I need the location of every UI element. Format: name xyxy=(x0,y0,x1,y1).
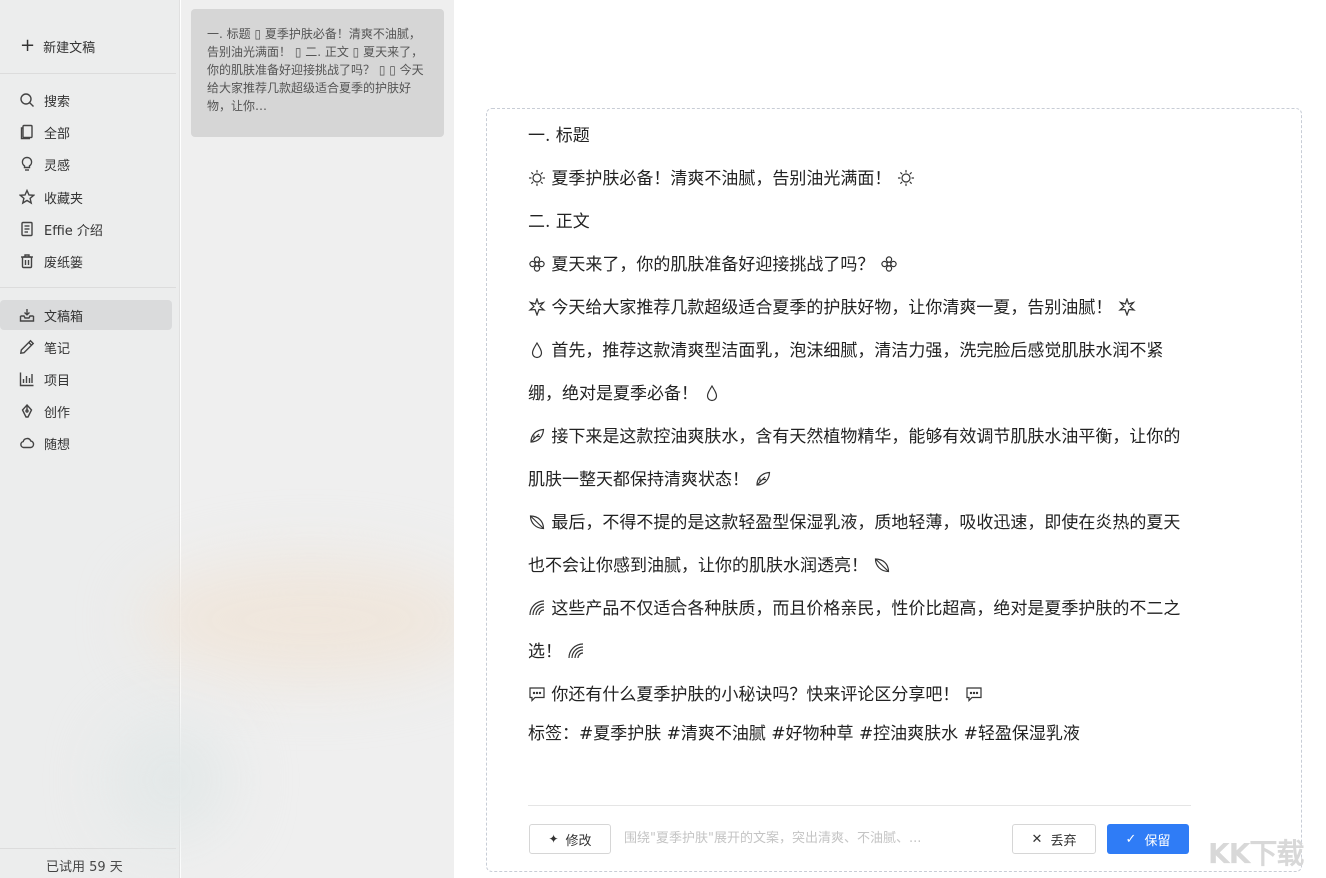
tags-line: 标签：#夏季护肤 #清爽不油腻 #好物种草 #控油爽肤水 #轻盈保湿乳液 xyxy=(528,724,1080,744)
speech-bubble-icon xyxy=(965,677,983,702)
cloud-icon xyxy=(18,434,36,452)
new-doc-label: 新建文稿 xyxy=(43,40,96,56)
heading-title: 一. 标题 xyxy=(528,126,590,146)
sidebar-item-label: 灵感 xyxy=(44,158,71,174)
divider xyxy=(0,848,176,849)
paragraph-text: 夏天来了，你的肌肤准备好迎接挑战了吗？ xyxy=(551,255,875,275)
sidebar-item-drafts[interactable]: 文稿箱 xyxy=(0,300,172,330)
sidebar-item-thoughts[interactable]: 随想 xyxy=(0,428,172,458)
sidebar-item-label: 项目 xyxy=(44,373,71,389)
flower-icon xyxy=(528,247,546,272)
sidebar-item-inspiration[interactable]: 灵感 xyxy=(0,149,172,179)
heading-body: 二. 正文 xyxy=(528,212,590,232)
new-doc-button[interactable]: + 新建文稿 xyxy=(20,34,95,58)
pen-icon xyxy=(18,338,36,356)
droplet-icon xyxy=(528,333,546,359)
paragraph-text: 接下来是这款控油爽肤水，含有天然植物精华，能够有效调节肌肤水油平衡，让你的肌肤一… xyxy=(528,427,1181,490)
sidebar-item-label: 废纸篓 xyxy=(44,255,84,271)
paragraph-text: 最后，不得不提的是这款轻盈型保湿乳液，质地轻薄，吸收迅速，即使在炎热的夏天也不会… xyxy=(528,513,1181,576)
keep-label: 保留 xyxy=(1144,833,1171,849)
sparkle-icon: ✦ xyxy=(548,832,559,846)
divider xyxy=(0,73,176,74)
sidebar-item-trash[interactable]: 废纸篓 xyxy=(0,246,172,276)
lightbulb-icon xyxy=(18,155,36,173)
sidebar-item-favorites[interactable]: 收藏夹 xyxy=(0,182,172,212)
sidebar-item-label: 随想 xyxy=(44,437,71,453)
document-icon xyxy=(18,220,36,238)
revise-label: 修改 xyxy=(565,833,592,849)
paragraph: 夏天来了，你的肌肤准备好迎接挑战了吗？ xyxy=(528,244,1193,287)
sidebar-item-label: 搜索 xyxy=(44,94,71,110)
sidebar-item-label: Effie 介绍 xyxy=(44,223,103,239)
inbox-icon xyxy=(18,306,36,324)
sidebar-item-search[interactable]: 搜索 xyxy=(0,85,172,115)
sparkle-icon xyxy=(1118,290,1136,317)
leaf-icon xyxy=(528,419,546,443)
sidebar-item-label: 文稿箱 xyxy=(44,309,84,325)
paragraph: 首先，推荐这款清爽型洁面乳，泡沫细腻，清洁力强，洗完脸后感觉肌肤水润不紧绷，绝对… xyxy=(528,330,1193,416)
sidebar-item-projects[interactable]: 项目 xyxy=(0,364,172,394)
sidebar-item-effie-intro[interactable]: Effie 介绍 xyxy=(0,214,172,244)
paragraph-text: 你还有什么夏季护肤的小秘诀吗？快来评论区分享吧！ xyxy=(551,685,960,705)
revise-prompt-input[interactable]: 围绕"夏季护肤"展开的文案，突出清爽、不油腻、... xyxy=(624,824,1004,854)
doc-list-pane: 一. 标题 ▯ 夏季护肤必备！清爽不油腻，告别油光满面！ ▯ 二. 正文 ▯ 夏… xyxy=(111,0,481,878)
leaf-icon xyxy=(528,505,546,530)
nib-icon xyxy=(18,402,36,420)
droplet-icon xyxy=(703,376,721,402)
chart-icon xyxy=(18,370,36,388)
paragraph-text: 这些产品不仅适合各种肤质，而且价格亲民，性价比超高，绝对是夏季护肤的不二之选！ xyxy=(528,599,1181,662)
sidebar-item-label: 收藏夹 xyxy=(44,191,84,207)
title-line: 夏季护肤必备！清爽不油腻，告别油光满面！ xyxy=(528,158,1193,201)
paragraph: 今天给大家推荐几款超级适合夏季的护肤好物，让你清爽一夏，告别油腻！ xyxy=(528,287,1193,330)
sidebar-item-create[interactable]: 创作 xyxy=(0,396,172,426)
doc-card-preview: 一. 标题 ▯ 夏季护肤必备！清爽不油腻，告别油光满面！ ▯ 二. 正文 ▯ 夏… xyxy=(207,27,424,113)
speech-bubble-icon xyxy=(528,677,546,702)
paragraph: 接下来是这款控油爽肤水，含有天然植物精华，能够有效调节肌肤水油平衡，让你的肌肤一… xyxy=(528,416,1193,502)
rainbow-icon xyxy=(567,634,585,659)
keep-button[interactable]: ✓ 保留 xyxy=(1107,824,1189,854)
leaf-icon xyxy=(754,462,772,486)
sidebar-item-notes[interactable]: 笔记 xyxy=(0,332,172,362)
document-content[interactable]: 一. 标题 夏季护肤必备！清爽不油腻，告别油光满面！ 二. 正文 夏天来了，你的… xyxy=(528,115,1193,751)
sparkle-icon xyxy=(528,290,546,317)
watermark-logo: KK下载 xyxy=(1208,837,1304,870)
background-blur xyxy=(141,560,481,680)
sidebar-item-label: 笔记 xyxy=(44,341,71,357)
close-icon: ✕ xyxy=(1031,831,1043,847)
divider xyxy=(528,805,1191,806)
paragraph: 这些产品不仅适合各种肤质，而且价格亲民，性价比超高，绝对是夏季护肤的不二之选！ xyxy=(528,588,1193,674)
sun-icon xyxy=(897,161,915,187)
background-blur xyxy=(111,720,231,840)
trash-icon xyxy=(18,252,36,270)
sidebar-item-label: 创作 xyxy=(44,405,71,421)
leaf-icon xyxy=(873,548,891,573)
paragraph-text: 首先，推荐这款清爽型洁面乳，泡沫细腻，清洁力强，洗完脸后感觉肌肤水润不紧绷，绝对… xyxy=(528,341,1164,404)
copy-icon xyxy=(18,123,36,141)
sidebar-item-label: 全部 xyxy=(44,126,71,142)
flower-icon xyxy=(880,247,898,272)
discard-button[interactable]: ✕ 丢弃 xyxy=(1012,824,1096,854)
paragraph-text: 今天给大家推荐几款超级适合夏季的护肤好物，让你清爽一夏，告别油腻！ xyxy=(551,298,1113,318)
revise-button[interactable]: ✦ 修改 xyxy=(529,824,611,854)
doc-card[interactable]: 一. 标题 ▯ 夏季护肤必备！清爽不油腻，告别油光满面！ ▯ 二. 正文 ▯ 夏… xyxy=(191,9,444,137)
discard-label: 丢弃 xyxy=(1050,833,1077,849)
paragraph: 最后，不得不提的是这款轻盈型保湿乳液，质地轻薄，吸收迅速，即使在炎热的夏天也不会… xyxy=(528,502,1193,588)
check-icon: ✓ xyxy=(1125,831,1137,847)
star-icon xyxy=(18,188,36,206)
sun-icon xyxy=(528,161,546,187)
title-text: 夏季护肤必备！清爽不油腻，告别油光满面！ xyxy=(551,169,892,189)
plus-icon: + xyxy=(20,35,36,56)
rainbow-icon xyxy=(528,591,546,616)
divider xyxy=(0,287,176,288)
sidebar-item-all[interactable]: 全部 xyxy=(0,117,172,147)
search-icon xyxy=(18,91,36,109)
trial-status: 已试用 59 天 xyxy=(46,860,123,875)
paragraph: 你还有什么夏季护肤的小秘诀吗？快来评论区分享吧！ xyxy=(528,674,1193,717)
